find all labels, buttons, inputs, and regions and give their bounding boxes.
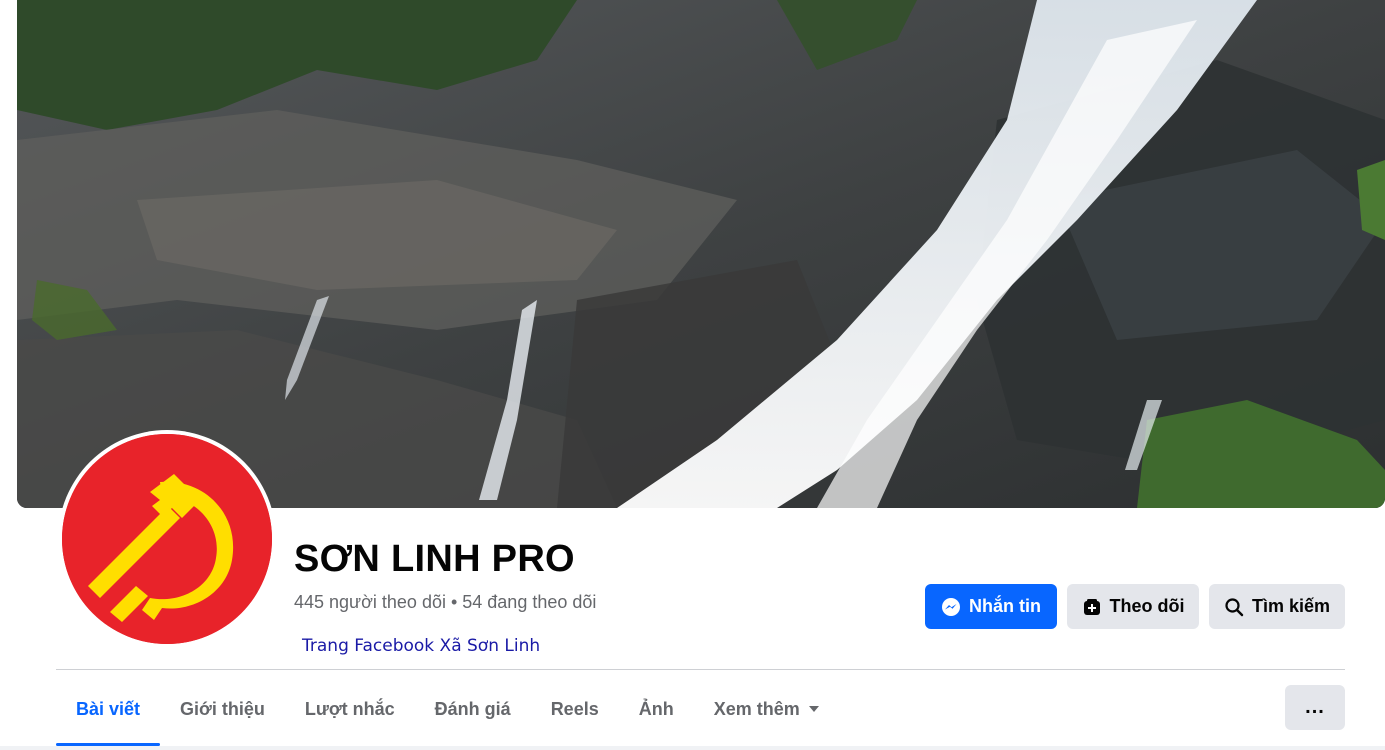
profile-picture-frame[interactable] [58, 430, 276, 648]
caret-down-icon [808, 706, 819, 712]
facebook-page-header: SƠN LINH PRO 445 người theo dõi • 54 đan… [0, 0, 1385, 750]
tab-reels-label: Reels [550, 698, 599, 719]
search-icon [1224, 597, 1244, 617]
cover-photo[interactable] [17, 0, 1385, 508]
intro-link[interactable]: Trang Facebook Xã Sơn Linh [302, 636, 540, 656]
tab-see-more[interactable]: Xem thêm [694, 672, 839, 746]
messenger-icon [941, 597, 961, 617]
tab-reviews[interactable]: Đánh giá [415, 672, 531, 746]
message-button[interactable]: Nhắn tin [925, 584, 1057, 629]
tab-posts-label: Bài viết [76, 698, 141, 719]
follower-stats[interactable]: 445 người theo dõi • 54 đang theo dõi [294, 592, 596, 613]
follow-button-label: Theo dõi [1109, 596, 1185, 616]
more-options-button[interactable]: ... [1285, 685, 1345, 730]
tab-about-label: Giới thiệu [180, 698, 265, 719]
header-divider [56, 669, 1345, 670]
search-button-label: Tìm kiếm [1251, 596, 1331, 616]
more-options-icon: ... [1305, 696, 1325, 718]
section-separator [0, 746, 1385, 750]
tab-posts[interactable]: Bài viết [56, 672, 161, 746]
tab-photos-label: Ảnh [638, 698, 674, 719]
tab-photos[interactable]: Ảnh [619, 672, 694, 746]
tab-reels[interactable]: Reels [531, 672, 619, 746]
tab-mentions[interactable]: Lượt nhắc [285, 672, 415, 746]
profile-picture[interactable] [62, 434, 272, 644]
search-button[interactable]: Tìm kiếm [1209, 584, 1345, 629]
hammer-sickle-icon [62, 434, 272, 644]
tab-reviews-label: Đánh giá [434, 698, 511, 719]
tab-mentions-label: Lượt nhắc [304, 698, 395, 719]
page-title: SƠN LINH PRO [294, 538, 575, 580]
message-button-label: Nhắn tin [969, 596, 1041, 616]
follow-button[interactable]: Theo dõi [1067, 584, 1199, 629]
follow-icon [1082, 597, 1102, 617]
tab-see-more-label: Xem thêm [713, 698, 800, 719]
page-tabs: Bài viết Giới thiệu Lượt nhắc Đánh giá R… [56, 672, 839, 746]
tab-about[interactable]: Giới thiệu [160, 672, 285, 746]
